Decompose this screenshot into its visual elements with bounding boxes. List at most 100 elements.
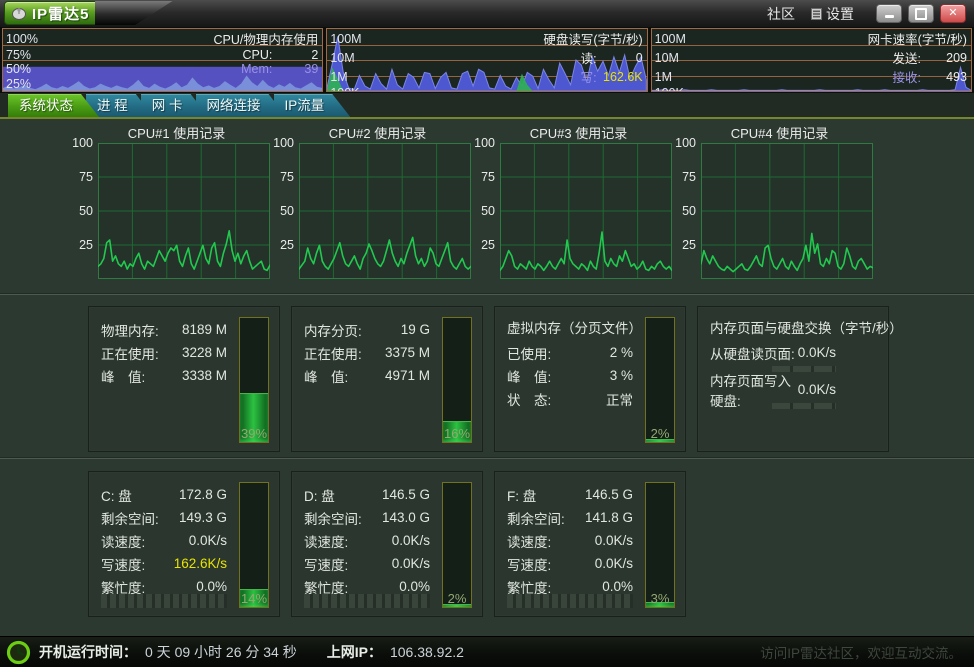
info-row: C: 盘172.8 G	[101, 483, 227, 506]
tab-bar: 系统状态进 程网 卡网络连接IP流量	[0, 93, 974, 119]
minimize-icon	[885, 15, 894, 18]
row-label: 正在使用:	[101, 343, 159, 363]
panel-physical-memory: 物理内存:8189 M正在使用:3228 M峰 值:3338 M39%	[88, 306, 280, 452]
community-hint-text: 访问IP雷达社区，欢迎互动交流。	[760, 642, 974, 662]
gauge-percent-label: 39%	[240, 426, 268, 441]
row-label: 剩余空间:	[507, 508, 565, 528]
cpu1-history: CPU#1 使用记录100755025	[71, 123, 272, 279]
disk-panels-row: C: 盘172.8 G剩余空间:149.3 G读速度:0.0K/s写速度:162…	[88, 471, 686, 617]
row-label: 写速度:	[507, 554, 551, 574]
uptime-value: 0 天 09 小时 26 分 34 秒	[145, 642, 297, 662]
settings-button[interactable]: 设置	[811, 4, 854, 24]
cpu-usage-chart	[500, 143, 672, 279]
system-status-page: CPU#1 使用记录100755025CPU#2 使用记录100755025CP…	[0, 119, 974, 636]
close-button[interactable]: ✕	[940, 4, 966, 23]
row-label: 写速度:	[101, 554, 145, 574]
gauge-percent-label: 2%	[646, 426, 674, 441]
usage-gauge: 2%	[645, 317, 675, 443]
row-label: 峰 值:	[101, 366, 145, 386]
y-axis-tick: 25	[280, 238, 294, 252]
info-row: 剩余空间:149.3 G	[101, 506, 227, 529]
info-row: 已使用:2 %	[507, 341, 633, 364]
row-value: 3338 M	[145, 368, 227, 383]
tab-ip-traffic[interactable]: IP流量	[274, 94, 351, 117]
info-row: 剩余空间:141.8 G	[507, 506, 633, 529]
app-logo: IP雷达5	[4, 1, 173, 25]
row-label: 状 态:	[507, 389, 551, 409]
tab-network-connections[interactable]: 网络连接	[196, 94, 287, 117]
row-value: 0.0K/s	[798, 382, 836, 397]
minimize-button[interactable]	[876, 4, 902, 23]
gauge-percent-label: 14%	[240, 591, 268, 606]
row-value: 172.8 G	[132, 487, 227, 502]
info-row: 写速度:162.6K/s	[101, 552, 227, 575]
info-row: 内存分页:19 G	[304, 318, 430, 341]
scale-label: 100K	[330, 86, 359, 92]
busy-segment-bar	[101, 594, 227, 608]
uptime-clock-icon	[6, 640, 31, 665]
row-value: 3 %	[551, 368, 633, 383]
row-value: 3375 M	[362, 345, 430, 360]
graph-panel-disk-io: 100M硬盘读写(字节/秒)10M读:01M写:162.6K100K	[326, 28, 647, 92]
info-row: 从硬盘读页面:0.0K/s	[710, 341, 836, 364]
y-axis-tick: 75	[682, 170, 696, 184]
row-value: 149.3 G	[159, 510, 227, 525]
info-row: 读速度:0.0K/s	[101, 529, 227, 552]
row-value: 2 %	[551, 345, 633, 360]
info-row: F: 盘146.5 G	[507, 483, 633, 506]
y-axis-tick: 100	[675, 136, 696, 150]
busy-segment-bar	[304, 594, 430, 608]
y-axis-tick: 50	[682, 204, 696, 218]
tab-system-status[interactable]: 系统状态	[8, 94, 99, 117]
top-graph-panels: 100%CPU/物理内存使用75%CPU:250%Mem:3925%100M硬盘…	[0, 28, 974, 92]
cpu-usage-chart	[299, 143, 471, 279]
row-value: 0.0K/s	[348, 556, 430, 571]
ip-value: 106.38.92.2	[390, 644, 464, 660]
logo-badge: IP雷达5	[4, 1, 101, 25]
stat-value: 0	[597, 51, 643, 65]
info-row: 内存页面写入硬盘:0.0K/s	[710, 378, 836, 401]
info-row: D: 盘146.5 G	[304, 483, 430, 506]
y-axis-tick: 25	[481, 238, 495, 252]
info-row: 写速度:0.0K/s	[304, 552, 430, 575]
mouse-icon	[11, 6, 27, 20]
scale-label: 50%	[6, 62, 31, 76]
maximize-button[interactable]	[908, 4, 934, 23]
cpu-usage-chart	[701, 143, 873, 279]
y-axis-tick: 100	[273, 136, 294, 150]
stat-label: 读:	[581, 48, 597, 67]
row-value: 143.0 G	[362, 510, 430, 525]
row-value: 0.0K/s	[145, 533, 227, 548]
panel-page-swap: 内存页面与硬盘交换（字节/秒）从硬盘读页面:0.0K/s内存页面写入硬盘:0.0…	[697, 306, 889, 452]
maximize-icon	[915, 8, 927, 20]
title-bar: IP雷达5 社区 设置 ✕	[0, 0, 974, 27]
chart-title: CPU#3 使用记录	[473, 123, 674, 143]
row-label: 峰 值:	[304, 366, 348, 386]
row-value: 146.5 G	[536, 487, 633, 502]
scale-label: 100M	[330, 32, 361, 46]
settings-icon	[811, 8, 822, 20]
gauge-percent-label: 16%	[443, 426, 471, 441]
row-value: 0.0%	[551, 579, 633, 594]
info-row: 峰 值:4971 M	[304, 364, 430, 387]
row-value: 0.0K/s	[795, 345, 836, 360]
row-label: 物理内存:	[101, 320, 159, 340]
cpu-usage-chart	[98, 143, 270, 279]
y-axis-tick: 75	[481, 170, 495, 184]
community-link[interactable]: 社区	[767, 4, 795, 24]
y-axis-tick: 75	[280, 170, 294, 184]
stat-label: CPU:	[242, 48, 272, 62]
row-label: C: 盘	[101, 485, 132, 505]
row-value: 正常	[551, 389, 633, 409]
gauge-percent-label: 3%	[646, 591, 674, 606]
row-value: 0.0K/s	[348, 533, 430, 548]
graph-title: 网卡速率(字节/秒)	[868, 29, 967, 48]
row-label: 写速度:	[304, 554, 348, 574]
graph-stat: 读:0	[581, 48, 643, 67]
info-row: 读速度:0.0K/s	[507, 529, 633, 552]
stat-value: 39	[272, 62, 318, 76]
graph-stat: 写:162.6K	[581, 67, 643, 86]
row-label: D: 盘	[304, 485, 335, 505]
settings-label: 设置	[826, 4, 854, 24]
scale-label: 75%	[6, 48, 31, 62]
